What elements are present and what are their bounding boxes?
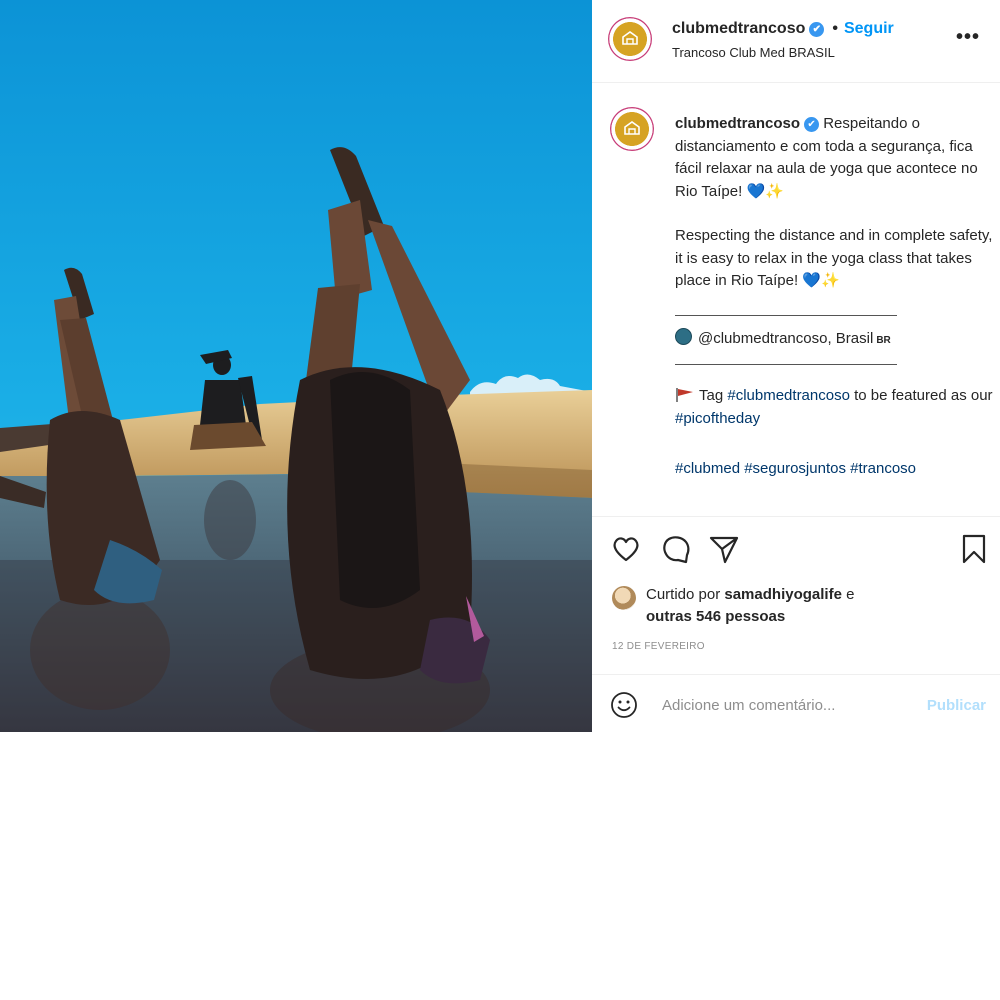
caption-english: Respecting the distance and in complete … (675, 225, 993, 293)
verified-badge-icon: ✔ (809, 22, 825, 37)
post-location[interactable]: Trancoso Club Med BRASIL (672, 45, 835, 60)
post-side-panel: clubmedtrancoso ✔ • Seguir Trancoso Club Me… (592, 0, 1000, 732)
hashtag-link[interactable]: #segurosjuntos (744, 460, 846, 477)
likes-connector: e (846, 586, 855, 603)
tag-prefix: Tag (699, 387, 724, 404)
blue-heart-emoji: 💙 (746, 182, 766, 200)
action-bar (592, 516, 1000, 577)
smiley-icon[interactable] (610, 691, 638, 719)
comment-input[interactable] (660, 693, 904, 717)
comment-bubble-icon[interactable] (660, 533, 692, 565)
caption-username[interactable]: clubmedtrancoso (675, 115, 800, 132)
likes-text: Curtido por samadhiyogalife e outras 546… (646, 584, 946, 628)
verified-badge-icon: ✔ (804, 117, 820, 132)
red-flag-icon (676, 388, 693, 402)
account-avatar[interactable] (608, 17, 652, 61)
br-flag-label: BR (876, 334, 891, 346)
mention-text[interactable]: @clubmedtrancoso, Brasil (698, 330, 873, 347)
caption-portuguese: clubmedtrancoso ✔ Respeitando o distancia… (675, 113, 993, 203)
caption-text: clubmedtrancoso ✔ Respeitando o distancia… (675, 113, 993, 503)
comment-bar: Publicar (592, 674, 1000, 733)
heart-outline-icon[interactable] (610, 533, 642, 565)
hashtag-link[interactable]: #clubmed (675, 460, 740, 477)
tag-middle: to be featured as our (854, 387, 993, 404)
tag-handle-link[interactable]: #clubmedtrancoso (727, 387, 850, 404)
divider-line (675, 314, 897, 316)
sparkles-emoji: ✨ (765, 182, 784, 200)
likes-others-link[interactable]: outras 546 pessoas (646, 608, 785, 625)
bookmark-icon[interactable] (958, 533, 990, 565)
post-date[interactable]: 12 DE FEVEREIRO (612, 641, 705, 652)
caption-area[interactable]: clubmedtrancoso ✔ Respeitando o distancia… (592, 83, 1000, 515)
hashtag-link[interactable]: #trancoso (850, 460, 916, 477)
follow-button[interactable]: Seguir (844, 20, 894, 37)
blue-heart-emoji: 💙 (802, 272, 821, 289)
liker-username[interactable]: samadhiyogalife (724, 586, 842, 603)
ellipsis-icon[interactable]: ••• (956, 26, 980, 49)
likes-prefix: Curtido por (646, 586, 721, 603)
blue-circle-icon (675, 327, 692, 345)
tag-line: Tag #clubmedtrancoso to be featured as o… (675, 385, 993, 430)
clubmed-logo-icon (622, 31, 638, 45)
hashtag-line: #clubmed #segurosjuntos #trancoso (675, 458, 993, 481)
header-username-row: clubmedtrancoso ✔ • Seguir (672, 20, 894, 38)
liker-avatar[interactable] (612, 586, 636, 610)
publish-button[interactable]: Publicar (927, 697, 986, 714)
mention-line: @clubmedtrancoso, Brasil BR (675, 327, 993, 353)
post-photo[interactable] (0, 0, 592, 732)
post-header: clubmedtrancoso ✔ • Seguir Trancoso Club Me… (592, 0, 1000, 83)
clubmed-logo-icon (624, 121, 640, 135)
sparkles-emoji: ✨ (821, 272, 840, 289)
picoftheday-link[interactable]: #picoftheday (675, 410, 760, 427)
header-username[interactable]: clubmedtrancoso (672, 20, 805, 37)
caption-avatar[interactable] (610, 107, 654, 151)
yoga-river-photo (0, 0, 592, 732)
paper-plane-icon[interactable] (708, 533, 740, 565)
separator-dot: • (832, 20, 838, 37)
divider-line (675, 364, 897, 365)
